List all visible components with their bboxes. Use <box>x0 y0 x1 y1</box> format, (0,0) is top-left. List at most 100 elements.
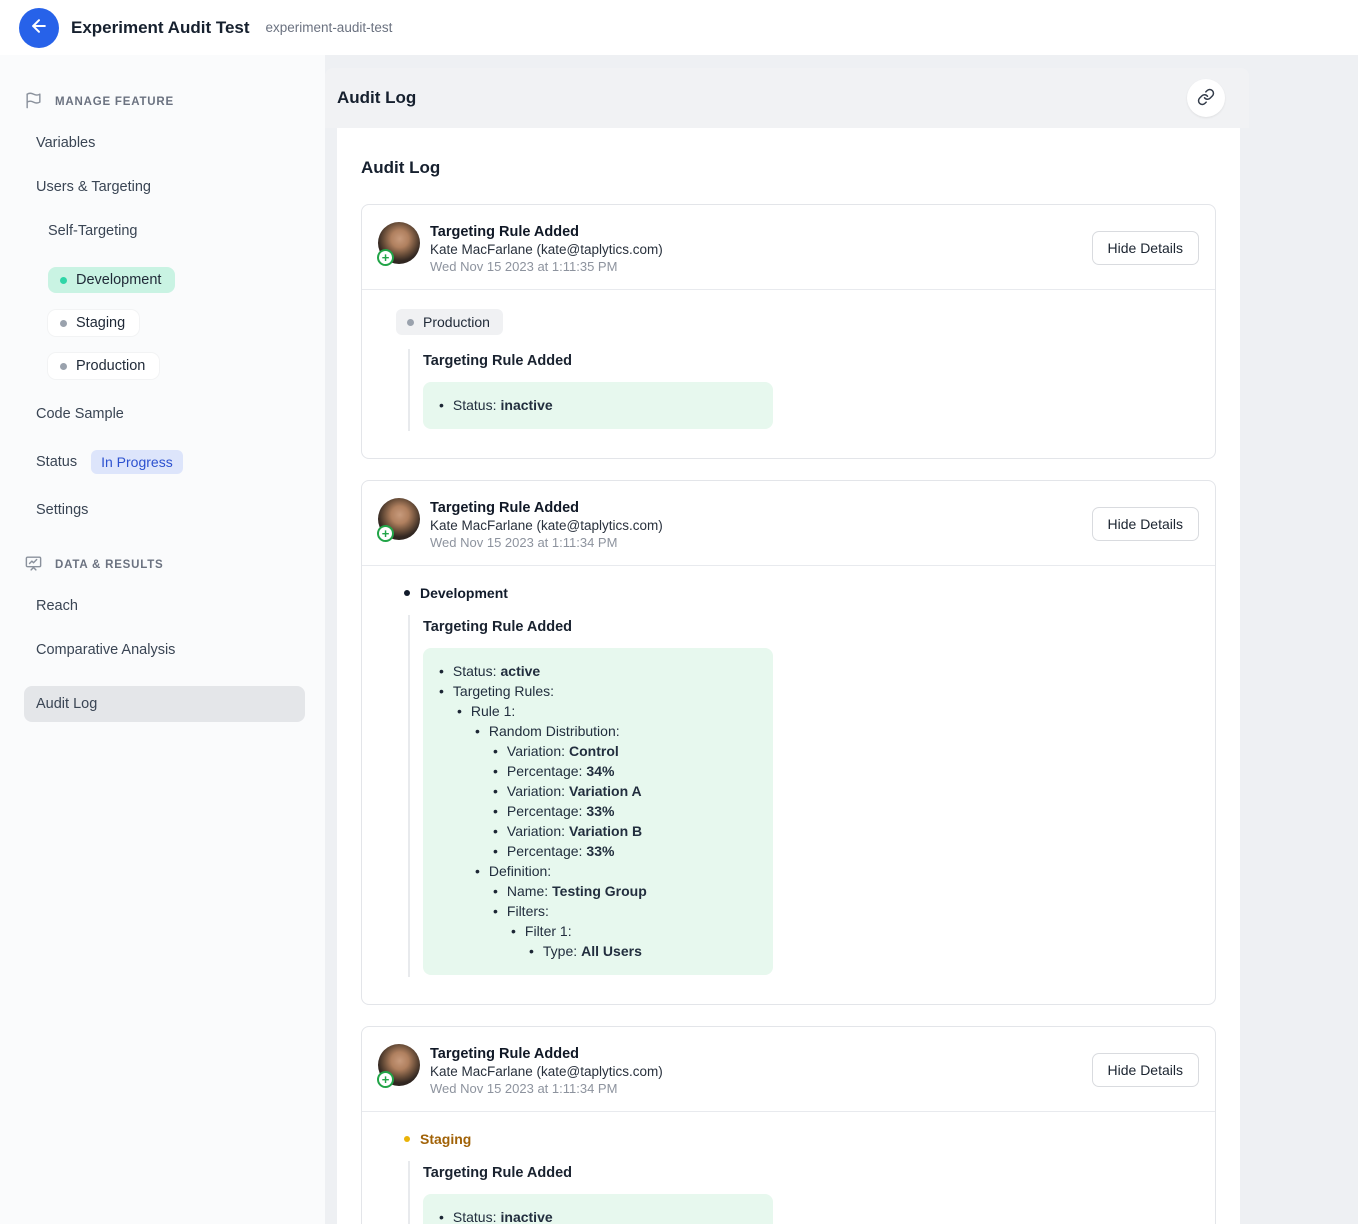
environment-dot <box>407 319 414 326</box>
presentation-chart-icon <box>24 554 43 576</box>
detail-text: Name:Testing Group <box>507 881 647 901</box>
audit-timestamp: Wed Nov 15 2023 at 1:11:34 PM <box>430 1081 663 1096</box>
arrow-left-icon <box>29 16 49 39</box>
detail-text: Status:inactive <box>453 1207 553 1224</box>
copy-link-button[interactable] <box>1187 79 1225 117</box>
environment-bullet-row: Development <box>404 585 1199 601</box>
change-section-title: Targeting Rule Added <box>423 619 1199 635</box>
bullet-dot: • <box>475 861 480 881</box>
bullet-dot: • <box>493 901 498 921</box>
bullet-dot: • <box>493 841 498 861</box>
audit-log-bar-title: Audit Log <box>337 88 416 108</box>
sidebar-item-settings[interactable]: Settings <box>36 502 305 518</box>
back-button[interactable] <box>19 8 59 48</box>
audit-author: Kate MacFarlane (kate@taplytics.com) <box>430 518 663 533</box>
audit-log-panel: Audit Log +Targeting Rule AddedKate MacF… <box>337 128 1240 1224</box>
audit-card: +Targeting Rule AddedKate MacFarlane (ka… <box>361 480 1216 1005</box>
bullet-dot: • <box>493 741 498 761</box>
audit-timestamp: Wed Nov 15 2023 at 1:11:34 PM <box>430 535 663 550</box>
detail-text: Filter 1: <box>525 921 572 941</box>
page-slug: experiment-audit-test <box>266 20 393 35</box>
environment-pill: Production <box>396 309 503 335</box>
detail-text: Percentage:34% <box>507 761 615 781</box>
environment-label: Development <box>420 585 508 601</box>
detail-text: Definition: <box>489 861 551 881</box>
detail-value: inactive <box>501 1209 553 1224</box>
section-label: MANAGE FEATURE <box>55 96 174 108</box>
audit-event-title: Targeting Rule Added <box>430 1046 663 1062</box>
detail-text: Status:inactive <box>453 395 553 415</box>
avatar: + <box>378 1044 420 1086</box>
detail-text: Rule 1: <box>471 701 515 721</box>
sidebar-item-code-sample[interactable]: Code Sample <box>36 406 305 422</box>
audit-card-meta: Targeting Rule Added Kate MacFarlane (kat… <box>430 1044 663 1096</box>
detail-text: Variation:Variation B <box>507 821 642 841</box>
sidebar-env-production[interactable]: Production <box>48 353 159 379</box>
detail-value: Variation B <box>569 823 642 839</box>
detail-text: Status:active <box>453 661 540 681</box>
env-label: Development <box>76 272 161 288</box>
audit-card-header: + Targeting Rule AddedKate MacFarlane (ka… <box>362 205 1215 289</box>
section-label: DATA & RESULTS <box>55 559 164 571</box>
change-section: Targeting Rule Added • Status:inactive <box>408 349 1199 431</box>
audit-event-title: Targeting Rule Added <box>430 500 663 516</box>
audit-card-meta: Targeting Rule AddedKate MacFarlane (kat… <box>430 222 663 274</box>
sidebar-item-self-targeting[interactable]: Self-Targeting <box>48 223 305 239</box>
flag-icon <box>24 91 43 113</box>
sidebar-item-comparative-analysis[interactable]: Comparative Analysis <box>36 642 305 658</box>
detail-text: Filters: <box>507 901 549 921</box>
sidebar: MANAGE FEATURE Variables Users & Targeti… <box>0 55 325 1224</box>
sidebar-item-reach[interactable]: Reach <box>36 598 305 614</box>
audit-card: + Targeting Rule Added Kate MacFarlane (ka… <box>361 1026 1216 1224</box>
change-detail-box: •Status:inactive <box>423 1194 773 1224</box>
hide-details-button[interactable]: Hide Details <box>1092 507 1199 541</box>
audit-card-body: Staging Targeting Rule Added•Status:inact… <box>362 1112 1215 1224</box>
bullet-dot: • <box>475 721 480 741</box>
detail-text: Variation:Variation A <box>507 781 642 801</box>
environment-bullet-row: Staging <box>404 1131 1199 1147</box>
audit-card-list: + Targeting Rule Added Kate MacFarlane (ka… <box>361 204 1216 1224</box>
audit-author: Kate MacFarlane (kate@taplytics.com) <box>430 242 663 257</box>
audit-card-meta: Targeting Rule Added Kate MacFarlane (kat… <box>430 498 663 550</box>
detail-value: Testing Group <box>552 883 647 899</box>
bullet-dot: • <box>493 821 498 841</box>
sidebar-item-variables[interactable]: Variables <box>36 135 305 151</box>
avatar: + <box>378 222 420 264</box>
detail-text: Targeting Rules: <box>453 681 554 701</box>
audit-author: Kate MacFarlane (kate@taplytics.com) <box>430 1064 663 1079</box>
sidebar-item-status[interactable]: Status <box>36 454 77 470</box>
bullet-dot: • <box>493 781 498 801</box>
detail-value: inactive <box>501 397 553 413</box>
sidebar-item-audit-log[interactable]: Audit Log <box>24 686 305 722</box>
detail-text: Variation:Control <box>507 741 619 761</box>
change-section-title: Targeting Rule Added <box>423 353 1199 369</box>
plus-badge-icon: + <box>377 249 394 266</box>
env-label: Production <box>76 358 145 374</box>
bullet-dot: • <box>439 681 444 701</box>
detail-value: Control <box>569 743 619 759</box>
section-data-results: DATA & RESULTS <box>24 554 305 576</box>
audit-card: +Targeting Rule AddedKate MacFarlane (ka… <box>361 204 1216 459</box>
env-dot-development <box>60 277 67 284</box>
sidebar-item-users-targeting[interactable]: Users & Targeting <box>36 179 305 195</box>
hide-details-button[interactable]: Hide Details <box>1092 231 1199 265</box>
change-section: Targeting Rule Added • Status:active • Targe… <box>408 615 1199 977</box>
bullet-dot: • <box>439 661 444 681</box>
sidebar-env-staging[interactable]: Staging <box>48 310 139 336</box>
page-title: Experiment Audit Test <box>71 18 250 38</box>
sidebar-env-development[interactable]: Development <box>48 267 175 293</box>
status-badge: In Progress <box>91 450 183 474</box>
section-manage-feature: MANAGE FEATURE <box>24 91 305 113</box>
environment-label: Staging <box>420 1131 471 1147</box>
hide-details-button[interactable]: Hide Details <box>1092 1053 1199 1087</box>
environment-dot <box>404 1136 410 1142</box>
change-section: Targeting Rule Added•Status:inactive <box>408 1161 1199 1224</box>
bullet-dot: • <box>439 395 444 415</box>
env-dot-staging <box>60 320 67 327</box>
detail-value: 33% <box>586 803 614 819</box>
detail-text: Random Distribution: <box>489 721 620 741</box>
change-detail-box: • Status:inactive <box>423 382 773 429</box>
bullet-dot: • <box>493 761 498 781</box>
audit-card-header: + Targeting Rule Added Kate MacFarlane (ka… <box>362 1027 1215 1111</box>
detail-value: Variation A <box>569 783 642 799</box>
